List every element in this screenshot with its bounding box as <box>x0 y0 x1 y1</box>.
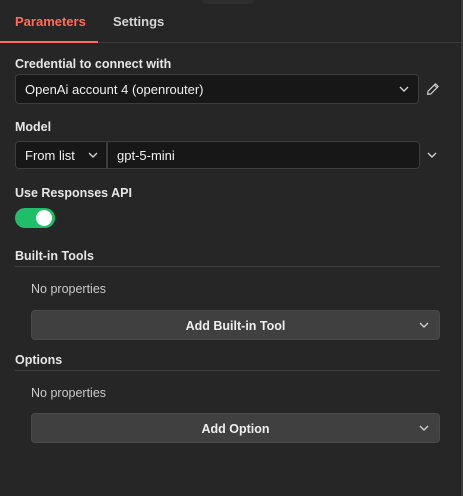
tab-settings[interactable]: Settings <box>113 14 164 29</box>
credential-value: OpenAi account 4 (openrouter) <box>25 82 204 97</box>
toggle-knob <box>36 210 52 226</box>
options-divider <box>15 370 440 371</box>
chevron-down-icon <box>418 319 430 331</box>
model-input[interactable]: gpt-5-mini <box>107 141 420 169</box>
tab-parameters[interactable]: Parameters <box>15 14 86 29</box>
add-option-label: Add Option <box>201 422 270 436</box>
responses-api-label: Use Responses API <box>15 186 132 200</box>
model-mode-select[interactable]: From list <box>15 141 107 169</box>
model-dropdown-chevron-icon[interactable] <box>426 148 438 160</box>
add-option-button[interactable]: Add Option <box>31 413 440 443</box>
options-empty-text: No properties <box>31 386 107 400</box>
add-builtin-tool-label: Add Built-in Tool <box>185 319 286 333</box>
node-parameters-panel: Parameters Settings Credential to connec… <box>0 0 463 496</box>
model-label: Model <box>15 120 52 134</box>
chevron-down-icon <box>87 149 99 161</box>
model-mode-value: From list <box>25 148 75 163</box>
credential-label: Credential to connect with <box>15 57 172 71</box>
chevron-down-icon <box>418 422 430 434</box>
builtin-tools-title: Built-in Tools <box>15 249 94 263</box>
model-value: gpt-5-mini <box>117 148 175 163</box>
builtin-tools-empty-text: No properties <box>31 282 107 296</box>
pencil-icon[interactable] <box>426 82 440 96</box>
builtin-tools-divider <box>15 266 440 267</box>
active-tab-indicator <box>0 41 98 43</box>
responses-api-toggle[interactable] <box>15 208 55 228</box>
chevron-down-icon <box>398 83 410 95</box>
credential-select[interactable]: OpenAi account 4 (openrouter) <box>15 74 419 104</box>
add-builtin-tool-button[interactable]: Add Built-in Tool <box>31 310 440 340</box>
options-title: Options <box>15 353 63 367</box>
tab-bar: Parameters Settings <box>0 0 461 43</box>
